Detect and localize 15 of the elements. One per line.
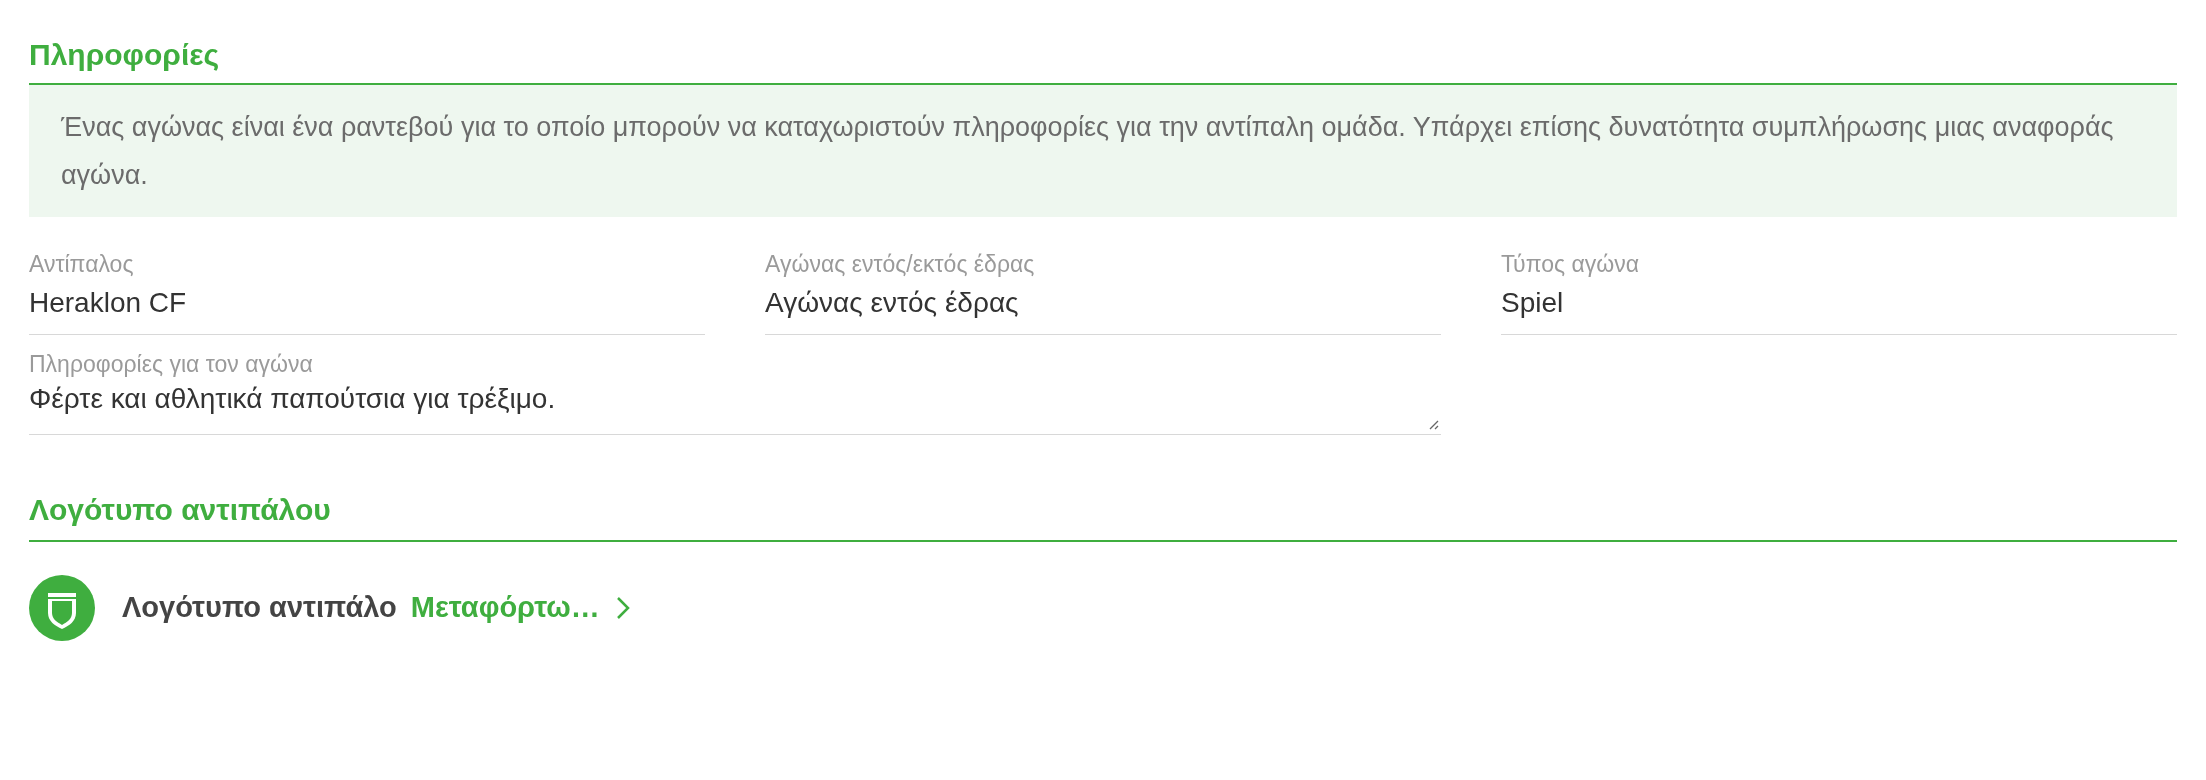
field-label: Τύπος αγώνα (1501, 250, 1639, 279)
section-heading: Πληροφορίες (29, 37, 220, 73)
field-label: Αγώνας εντός/εκτός έδρας (765, 250, 1035, 279)
notes-textarea[interactable]: Φέρτε και αθλητικά παπούτσια για τρέξιμο. (29, 379, 1441, 435)
input-field[interactable]: Heraklon CF (29, 279, 705, 335)
field-label: Πληροφορίες για τον αγώνα (29, 350, 313, 379)
resize-handle-icon[interactable] (1427, 418, 1439, 430)
description-text: Ένας αγώνας είναι ένα ραντεβού για το οποίο μπορούν να καταχωριστούν πληροφορίες για την αντίπαλη ομάδα. Υπάρχει επίσης δυνατότητα συμπλήρωσης μιας αναφοράς αγώνα. (61, 111, 2115, 192)
shield-icon (29, 575, 95, 641)
section-heading: Λογότυπο αντιπάλου (29, 492, 331, 528)
input-field[interactable]: Αγώνας εντός έδρας (765, 279, 1441, 335)
logo-label: Λογότυπο αντιπάλο (122, 590, 397, 626)
chevron-right-icon[interactable] (615, 596, 630, 620)
field-label: Αντίπαλος (29, 250, 134, 279)
input-field[interactable]: Spiel (1501, 279, 2177, 335)
